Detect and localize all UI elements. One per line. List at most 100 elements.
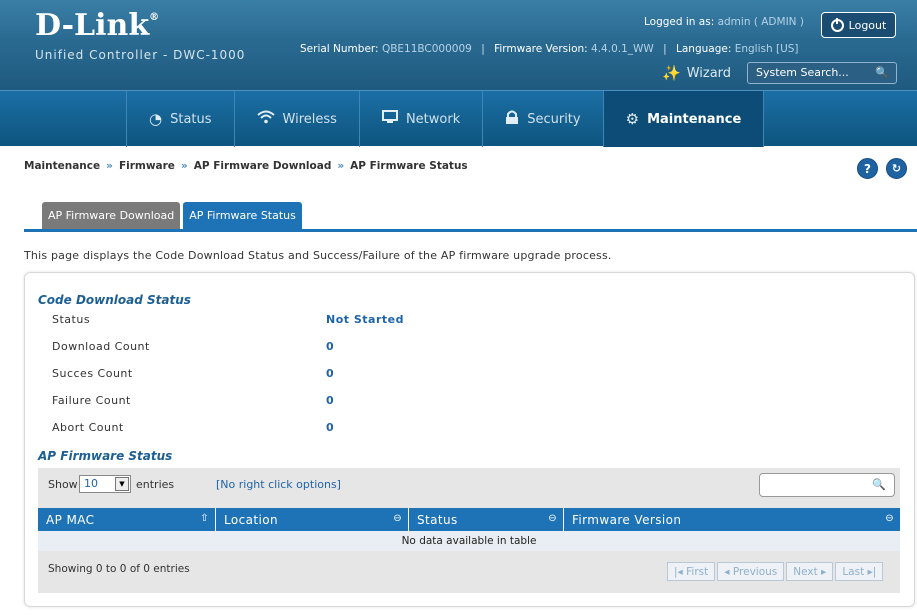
logout-button[interactable]: Logout [821,12,896,38]
column-ap-mac-label: AP MAC [46,512,95,527]
breadcrumb-item[interactable]: Firmware [119,160,175,172]
gears-icon: ⚙ [625,110,640,128]
column-firmware-version[interactable]: Firmware Version ⊖ [564,508,900,531]
last-page-button[interactable]: Last ▸| [835,562,884,581]
logged-in-info: Logged in as: admin ( ADMIN ) [644,16,804,28]
wizard-label: Wizard [686,65,732,81]
table-header: AP MAC ⇧ Location ⊖ Status ⊖ Firmware Ve… [38,508,900,531]
page-description: This page displays the Code Download Sta… [24,249,612,262]
first-label: First [686,565,709,578]
right-click-note: [No right click options] [216,478,341,491]
monitor-icon [381,110,398,128]
help-icon[interactable]: ? [857,158,878,179]
header-bar: D-Link® Unified Controller - DWC-1000 Lo… [0,0,917,90]
column-location-label: Location [224,512,278,527]
column-firmware-version-label: Firmware Version [572,512,682,527]
tab-ap-firmware-download[interactable]: AP Firmware Download [42,202,181,229]
ap-firmware-status-title: AP Firmware Status [38,449,173,463]
wizard-link[interactable]: ✨ Wizard [662,64,731,82]
serial-info: Serial Number: QBE11BC000009 | Firmware … [300,43,799,55]
table-search-input[interactable]: 🔍 [759,473,895,497]
product-subtitle: Unified Controller - DWC-1000 [35,48,246,62]
system-search-input[interactable]: System Search... 🔍 [747,62,897,84]
next-label: Next [793,565,818,578]
previous-icon: ◂ [724,565,733,578]
status-label: Status [52,313,91,326]
entries-select-value: 10 [84,477,98,490]
serial-value: QBE11BC000009 [381,43,472,55]
language-link[interactable]: English [US] [735,43,799,55]
logged-label: Logged in as: [644,16,715,28]
previous-page-button[interactable]: ◂ Previous [717,562,785,581]
nav-maintenance[interactable]: ⚙ Maintenance [603,91,765,147]
code-download-title: Code Download Status [38,293,191,307]
breadcrumb-separator: » [337,160,345,172]
success-count-value: 0 [326,367,335,380]
header-divider: | [481,43,485,55]
chevron-down-icon: ▼ [115,477,129,491]
last-icon: ▸| [864,565,877,578]
sort-asc-icon: ⇧ [200,513,209,524]
nav-status[interactable]: ◔ Status [126,91,235,147]
serial-label: Serial Number: [300,43,379,55]
first-icon: |◂ [674,565,687,578]
dlink-logo: D-Link® [35,8,159,43]
abort-count-value: 0 [326,421,335,434]
breadcrumb-separator: » [106,160,113,172]
sort-icon: ⊖ [885,513,894,524]
wifi-icon [256,110,275,128]
breadcrumb-separator: » [180,160,188,172]
firmware-label: Firmware Version: [494,43,588,55]
sort-icon: ⊖ [393,513,402,524]
table-empty-row: No data available in table [38,531,900,551]
nav-maintenance-label: Maintenance [647,111,742,127]
abort-count-label: Abort Count [52,421,124,434]
column-ap-mac[interactable]: AP MAC ⇧ [38,508,216,531]
brand-mark: ® [149,12,160,23]
column-status-label: Status [417,512,458,527]
header-divider: | [663,43,667,55]
breadcrumb-item[interactable]: AP Firmware Download [194,160,332,172]
gauge-icon: ◔ [149,110,163,128]
nav-network[interactable]: Network [360,91,484,147]
lock-icon [505,110,519,129]
logout-label: Logout [848,18,887,32]
last-label: Last [842,565,865,578]
pagination: |◂ First ◂ Previous Next ▸ Last ▸| [667,562,884,581]
download-count-value: 0 [326,340,335,353]
column-location[interactable]: Location ⊖ [216,508,409,531]
firmware-value: 4.4.0.1_WW [591,43,654,55]
failure-count-label: Failure Count [52,394,131,407]
nav-security-label: Security [527,111,581,127]
refresh-icon[interactable]: ↻ [886,158,907,179]
entries-select[interactable]: 10 ▼ [79,475,131,493]
success-count-label: Succes Count [52,367,133,380]
table-footer: Showing 0 to 0 of 0 entries |◂ First ◂ P… [38,551,900,593]
search-icon: 🔍 [872,478,886,491]
power-icon [830,17,844,32]
tab-bar: AP Firmware Download AP Firmware Status [42,202,302,229]
table-toolbar: Show 10 ▼ entries [No right click option… [38,468,900,508]
first-page-button[interactable]: |◂ First [667,562,716,581]
next-page-button[interactable]: Next ▸ [786,562,834,581]
entries-label: entries [136,478,175,491]
nav-security[interactable]: Security [483,91,604,147]
language-label: Language: [676,43,732,55]
tab-ap-firmware-status[interactable]: AP Firmware Status [183,202,302,229]
failure-count-value: 0 [326,394,335,407]
main-nav: ◔ Status Wireless Network Security ⚙ Mai… [0,90,917,147]
previous-label: Previous [732,565,778,578]
column-status[interactable]: Status ⊖ [409,508,564,531]
logged-user: admin ( ADMIN ) [717,16,804,28]
status-value: Not Started [326,313,404,326]
search-placeholder: System Search... [756,66,849,79]
nav-network-label: Network [405,111,461,127]
nav-wireless[interactable]: Wireless [235,91,360,147]
search-icon[interactable]: 🔍 [875,66,889,79]
breadcrumb-item[interactable]: Maintenance [24,160,100,172]
download-count-label: Download Count [52,340,150,353]
tab-underline [24,229,917,232]
breadcrumb: Maintenance » Firmware » AP Firmware Downloa… [24,160,468,172]
next-icon: ▸ [817,565,827,578]
magic-wand-icon: ✨ [662,64,681,82]
